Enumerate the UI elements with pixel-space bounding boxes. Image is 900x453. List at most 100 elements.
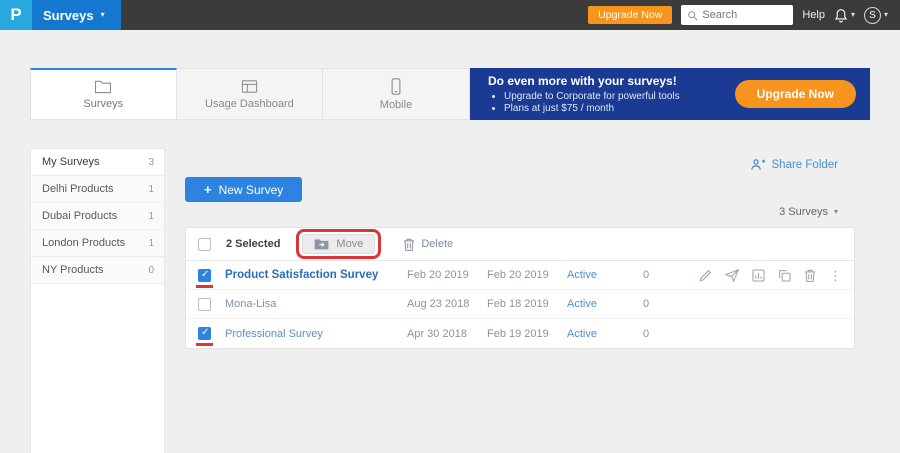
annotation-underline bbox=[196, 343, 213, 346]
survey-title-link[interactable]: Professional Survey bbox=[225, 328, 407, 340]
move-button[interactable]: Move bbox=[302, 234, 375, 254]
status-label: Active bbox=[567, 269, 643, 281]
banner-bullet: Upgrade to Corporate for powerful tools bbox=[504, 91, 725, 102]
share-folder-icon bbox=[750, 158, 766, 171]
created-date: Apr 30 2018 bbox=[407, 328, 487, 340]
survey-title-link[interactable]: Mona-Lisa bbox=[225, 298, 407, 310]
move-label: Move bbox=[336, 238, 363, 250]
copy-icon[interactable] bbox=[778, 269, 791, 282]
topbar-right: Upgrade Now Help ▾ S ▾ bbox=[588, 5, 900, 25]
search-box[interactable] bbox=[681, 5, 793, 25]
tab-strip: Surveys Usage Dashboard Mobile Do even m… bbox=[30, 68, 870, 120]
table-row: Professional Survey Apr 30 2018 Feb 19 2… bbox=[186, 319, 854, 348]
row-checkbox[interactable] bbox=[198, 327, 211, 340]
bell-icon bbox=[834, 8, 848, 23]
folder-count: 1 bbox=[148, 184, 154, 195]
share-folder-label: Share Folder bbox=[772, 159, 838, 171]
row-checkbox-wrap bbox=[198, 298, 211, 311]
sidebar-item-delhi-products[interactable]: Delhi Products 1 bbox=[31, 176, 164, 203]
folder-count: 1 bbox=[148, 238, 154, 249]
responses-count: 0 bbox=[643, 298, 683, 310]
sidebar-item-london-products[interactable]: London Products 1 bbox=[31, 230, 164, 257]
banner-bullet: Plans at just $75 / month bbox=[504, 103, 725, 114]
tab-usage-dashboard[interactable]: Usage Dashboard bbox=[177, 68, 324, 120]
delete-label: Delete bbox=[421, 238, 453, 250]
modified-date: Feb 19 2019 bbox=[487, 328, 567, 340]
tab-surveys[interactable]: Surveys bbox=[30, 68, 177, 120]
select-all-checkbox[interactable] bbox=[198, 238, 211, 251]
banner-upgrade-button[interactable]: Upgrade Now bbox=[735, 80, 856, 108]
modified-date: Feb 20 2019 bbox=[487, 269, 567, 281]
move-folder-icon bbox=[314, 238, 329, 250]
plus-icon: + bbox=[204, 182, 212, 197]
surveys-nav-label: Surveys bbox=[43, 8, 94, 23]
tab-mobile[interactable]: Mobile bbox=[323, 68, 470, 120]
folder-label: Delhi Products bbox=[42, 183, 114, 195]
new-survey-label: New Survey bbox=[219, 183, 284, 197]
row-checkbox-wrap bbox=[198, 269, 211, 282]
sidebar-item-my-surveys[interactable]: My Surveys 3 bbox=[31, 149, 164, 176]
new-survey-button[interactable]: + New Survey bbox=[185, 177, 302, 202]
folder-label: NY Products bbox=[42, 264, 104, 276]
trash-icon bbox=[403, 238, 415, 251]
delete-button[interactable]: Delete bbox=[403, 238, 453, 251]
banner-title: Do even more with your surveys! bbox=[488, 74, 725, 88]
status-label: Active bbox=[567, 328, 643, 340]
upgrade-banner: Do even more with your surveys! Upgrade … bbox=[470, 68, 870, 120]
tab-surveys-label: Surveys bbox=[83, 98, 123, 110]
upgrade-now-button[interactable]: Upgrade Now bbox=[588, 6, 672, 24]
folder-count: 1 bbox=[148, 211, 154, 222]
chevron-down-icon: ▾ bbox=[834, 208, 838, 216]
banner-text: Do even more with your surveys! Upgrade … bbox=[488, 74, 725, 115]
mobile-icon bbox=[390, 78, 402, 95]
chevron-down-icon: ▾ bbox=[851, 11, 855, 19]
row-checkbox[interactable] bbox=[198, 269, 211, 282]
sidebar-item-ny-products[interactable]: NY Products 0 bbox=[31, 257, 164, 284]
edit-pencil-icon[interactable] bbox=[699, 269, 712, 282]
row-checkbox-wrap bbox=[198, 327, 211, 340]
tab-usage-dashboard-label: Usage Dashboard bbox=[205, 98, 294, 110]
folder-label: London Products bbox=[42, 237, 125, 249]
responses-count: 0 bbox=[643, 269, 683, 281]
modified-date: Feb 18 2019 bbox=[487, 298, 567, 310]
top-bar: P Surveys ▾ Upgrade Now Help ▾ S ▾ bbox=[0, 0, 900, 30]
table-row: Mona-Lisa Aug 23 2018 Feb 18 2019 Active… bbox=[186, 290, 854, 319]
avatar: S bbox=[864, 7, 881, 24]
chevron-down-icon: ▾ bbox=[884, 11, 888, 19]
folder-label: My Surveys bbox=[42, 156, 99, 168]
chevron-down-icon: ▾ bbox=[101, 11, 105, 19]
created-date: Aug 23 2018 bbox=[407, 298, 487, 310]
table-row: Product Satisfaction Survey Feb 20 2019 … bbox=[186, 261, 854, 290]
tabs: Surveys Usage Dashboard Mobile bbox=[30, 68, 470, 120]
notifications-button[interactable]: ▾ bbox=[834, 8, 855, 23]
folder-count: 0 bbox=[148, 265, 154, 276]
row-actions: ⋮ bbox=[699, 269, 842, 282]
folder-count: 3 bbox=[148, 157, 154, 168]
account-menu[interactable]: S ▾ bbox=[864, 7, 888, 24]
banner-bullets: Upgrade to Corporate for powerful tools … bbox=[504, 91, 725, 114]
folder-label: Dubai Products bbox=[42, 210, 117, 222]
more-options-kebab-icon[interactable]: ⋮ bbox=[829, 269, 842, 282]
help-link[interactable]: Help bbox=[802, 9, 825, 21]
surveys-count-label: 3 Surveys bbox=[779, 206, 828, 218]
trash-icon[interactable] bbox=[804, 269, 816, 282]
survey-title-link[interactable]: Product Satisfaction Survey bbox=[225, 269, 407, 281]
dashboard-icon bbox=[241, 79, 258, 94]
search-input[interactable] bbox=[702, 9, 787, 21]
surveys-count-dropdown[interactable]: 3 Surveys ▾ bbox=[779, 206, 838, 218]
send-icon[interactable] bbox=[725, 269, 739, 282]
reports-chart-icon[interactable] bbox=[752, 269, 765, 282]
app-logo[interactable]: P bbox=[0, 0, 32, 30]
search-icon bbox=[687, 10, 698, 21]
annotation-underline bbox=[196, 285, 213, 288]
sidebar-item-dubai-products[interactable]: Dubai Products 1 bbox=[31, 203, 164, 230]
annotation-box-move: Move bbox=[296, 229, 381, 259]
share-folder-link[interactable]: Share Folder bbox=[750, 158, 838, 171]
selected-count-label: 2 Selected bbox=[226, 238, 280, 250]
tab-mobile-label: Mobile bbox=[380, 99, 412, 111]
row-checkbox[interactable] bbox=[198, 298, 211, 311]
folders-sidebar: My Surveys 3 Delhi Products 1 Dubai Prod… bbox=[30, 148, 165, 453]
created-date: Feb 20 2019 bbox=[407, 269, 487, 281]
surveys-nav-dropdown[interactable]: Surveys ▾ bbox=[32, 0, 121, 30]
app-screen: P Surveys ▾ Upgrade Now Help ▾ S ▾ bbox=[0, 0, 900, 453]
